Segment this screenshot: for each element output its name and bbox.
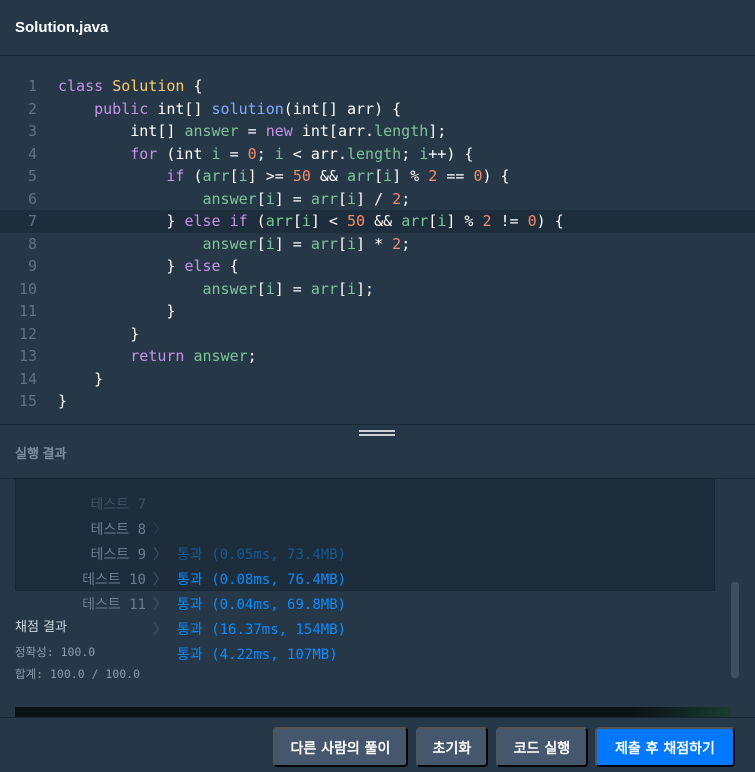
line-number: 2 bbox=[27, 99, 37, 118]
line-number: 4 bbox=[27, 144, 37, 163]
code-text: if (arr[i] >= 50 && arr[i] % 2 == 0) { bbox=[166, 167, 510, 185]
code-line[interactable]: 6 answer[i] = arr[i] / 2; bbox=[0, 188, 755, 211]
code-line[interactable]: 11 } bbox=[0, 300, 755, 323]
code-editor[interactable]: 1 class Solution { 2 public int[] soluti… bbox=[0, 56, 755, 424]
others-solutions-button[interactable]: 다른 사람의 풀이 bbox=[273, 727, 408, 767]
code-text: } bbox=[58, 324, 140, 343]
line-number: 14 bbox=[18, 369, 37, 388]
code-text: public int[] solution(int[] arr) { bbox=[94, 99, 402, 118]
panel-resizer[interactable]: 실행 결과 bbox=[0, 424, 755, 479]
reset-button[interactable]: 초기화 bbox=[416, 727, 488, 767]
test-row: 테스트 10 〉 통과 (16.37ms, 154MB) bbox=[16, 543, 716, 638]
code-line[interactable]: 10 answer[i] = arr[i]; bbox=[0, 278, 755, 301]
test-row: 테스트 11 〉 통과 (4.22ms, 107MB) bbox=[16, 568, 716, 663]
code-text: } bbox=[58, 392, 68, 410]
line-number: 5 bbox=[27, 167, 37, 185]
line-number: 3 bbox=[27, 122, 37, 140]
code-line[interactable]: 14 } bbox=[0, 368, 755, 391]
code-text: } bbox=[58, 369, 104, 388]
code-text: answer[i] = arr[i] / 2; bbox=[202, 189, 411, 208]
code-line[interactable]: 2 public int[] solution(int[] arr) { bbox=[0, 98, 755, 121]
line-number: 8 bbox=[27, 234, 37, 253]
test-result: 통과 (4.22ms, 107MB) bbox=[177, 647, 338, 663]
run-code-button[interactable]: 코드 실행 bbox=[496, 727, 588, 767]
result-banner bbox=[15, 707, 731, 717]
code-line[interactable]: 4 for (int i = 0; i < arr.length; i++) { bbox=[0, 143, 755, 166]
code-line[interactable]: 15 } bbox=[0, 390, 755, 413]
line-number: 10 bbox=[18, 279, 37, 298]
code-text: } else { bbox=[58, 257, 239, 275]
test-row: 테스트 7 〉 통과 (0.05ms, 73.4MB) bbox=[16, 479, 716, 563]
submit-button[interactable]: 제출 후 채점하기 bbox=[595, 727, 735, 767]
test-name: 테스트 11 bbox=[82, 597, 146, 613]
code-line[interactable]: 12 } bbox=[0, 323, 755, 346]
grading-accuracy: 정확성: 100.0 bbox=[15, 645, 96, 659]
code-line[interactable]: 5 if (arr[i] >= 50 && arr[i] % 2 == 0) { bbox=[0, 165, 755, 188]
result-panel-title: 실행 결과 bbox=[15, 446, 67, 461]
grading-title: 채점 결과 bbox=[15, 620, 67, 635]
code-text: for (int i = 0; i < arr.length; i++) { bbox=[130, 144, 474, 163]
code-line[interactable]: 1 class Solution { bbox=[0, 75, 755, 98]
code-text: class Solution { bbox=[58, 77, 203, 95]
line-number: 15 bbox=[18, 392, 37, 410]
chevron-right-icon: 〉 bbox=[153, 597, 167, 613]
test-row: 테스트 9 〉 통과 (0.04ms, 69.8MB) bbox=[16, 518, 716, 613]
line-number: 6 bbox=[27, 189, 37, 208]
line-number: 1 bbox=[27, 77, 37, 95]
code-text: } bbox=[58, 302, 176, 320]
code-text: answer[i] = arr[i] * 2; bbox=[202, 234, 411, 253]
line-number: 12 bbox=[18, 324, 37, 343]
test-result: 통과 (0.04ms, 69.8MB) bbox=[177, 597, 347, 613]
file-tab-title[interactable]: Solution.java bbox=[15, 19, 108, 36]
code-line[interactable]: 3 int[] answer = new int[arr.length]; bbox=[0, 120, 755, 143]
code-line[interactable]: 13 return answer; bbox=[0, 345, 755, 368]
line-number: 7 bbox=[27, 212, 37, 230]
test-results-list: 테스트 7 〉 통과 (0.05ms, 73.4MB) 테스트 8 〉 통과 (… bbox=[15, 479, 716, 663]
line-number: 11 bbox=[18, 302, 37, 320]
code-line-active[interactable]: 7 } else if (arr[i] < 50 && arr[i] % 2 !… bbox=[0, 210, 755, 233]
code-line[interactable]: 8 answer[i] = arr[i] * 2; bbox=[0, 233, 755, 256]
grading-total: 합계: 100.0 / 100.0 bbox=[15, 667, 141, 681]
code-text: answer[i] = arr[i]; bbox=[202, 279, 375, 298]
action-footer: 다른 사람의 풀이 초기화 코드 실행 제출 후 채점하기 bbox=[0, 717, 755, 772]
code-text: return answer; bbox=[130, 347, 257, 365]
code-text: int[] answer = new int[arr.length]; bbox=[58, 122, 447, 140]
code-line[interactable]: 9 } else { bbox=[0, 255, 755, 278]
test-result: 통과 (16.37ms, 154MB) bbox=[177, 622, 347, 638]
drag-handle-icon[interactable] bbox=[359, 430, 395, 438]
line-number: 13 bbox=[18, 347, 37, 365]
editor-tab-bar: Solution.java bbox=[0, 0, 755, 56]
output-scrollbar[interactable] bbox=[731, 582, 739, 678]
code-text: } else if (arr[i] < 50 && arr[i] % 2 != … bbox=[58, 212, 564, 230]
chevron-right-icon: 〉 bbox=[153, 622, 167, 638]
result-output-panel[interactable]: 테스트 7 〉 통과 (0.05ms, 73.4MB) 테스트 8 〉 통과 (… bbox=[0, 479, 755, 717]
test-row: 테스트 8 〉 통과 (0.08ms, 76.4MB) bbox=[16, 493, 716, 588]
line-number: 9 bbox=[27, 257, 37, 275]
